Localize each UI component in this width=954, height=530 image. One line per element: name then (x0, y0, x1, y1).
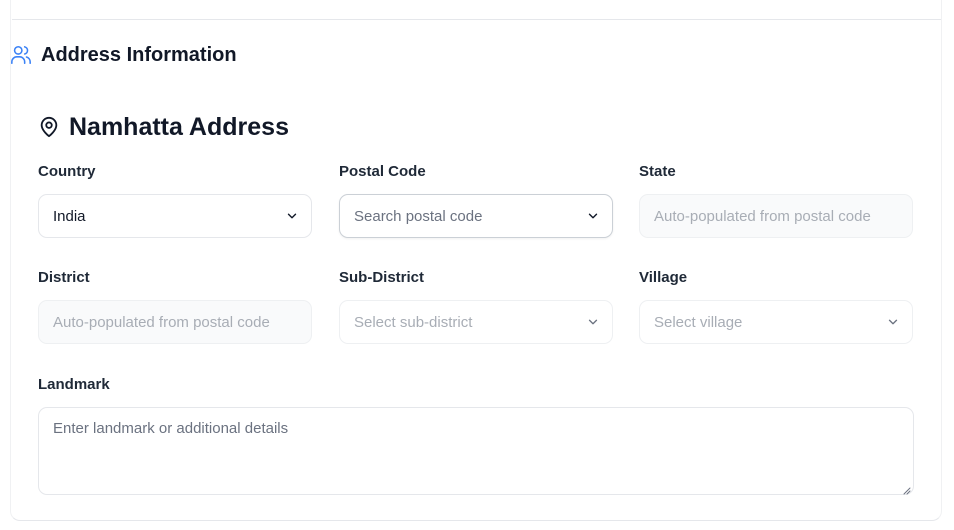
chevron-down-icon (586, 315, 600, 329)
postal-code-placeholder: Search postal code (354, 207, 483, 225)
district-placeholder: Auto-populated from postal code (53, 313, 270, 331)
village-select[interactable]: Select village (639, 300, 913, 344)
postal-code-label: Postal Code (339, 163, 426, 180)
resize-handle-icon[interactable] (901, 482, 911, 495)
sub-district-select[interactable]: Select sub-district (339, 300, 613, 344)
postal-code-field: Postal Code Search postal code (339, 163, 613, 238)
postal-code-select[interactable]: Search postal code (339, 194, 613, 238)
village-field: Village Select village (639, 269, 913, 344)
chevron-down-icon (586, 209, 600, 223)
district-field: District Auto-populated from postal code (38, 269, 312, 344)
country-field: Country India (38, 163, 312, 238)
state-input: Auto-populated from postal code (639, 194, 913, 238)
sub-district-placeholder: Select sub-district (354, 313, 473, 331)
village-placeholder: Select village (654, 313, 743, 331)
district-input: Auto-populated from postal code (38, 300, 312, 344)
map-pin-icon (38, 116, 60, 138)
chevron-down-icon (886, 315, 900, 329)
state-field: State Auto-populated from postal code (639, 163, 913, 238)
country-select[interactable]: India (38, 194, 312, 238)
district-label: District (38, 269, 90, 286)
chevron-down-icon (285, 209, 299, 223)
state-placeholder: Auto-populated from postal code (654, 207, 871, 225)
landmark-field: Landmark Enter landmark or additional de… (38, 376, 914, 495)
sub-district-label: Sub-District (339, 269, 425, 286)
landmark-placeholder: Enter landmark or additional details (53, 420, 289, 437)
address-title: Namhatta Address (69, 112, 289, 141)
country-label: Country (38, 163, 96, 180)
landmark-textarea[interactable]: Enter landmark or additional details (38, 407, 914, 495)
section-header: Address Information (10, 42, 237, 68)
landmark-label: Landmark (38, 376, 110, 393)
section-title: Address Information (41, 43, 237, 66)
state-label: State (639, 163, 676, 180)
users-icon (10, 44, 32, 66)
section-divider (12, 19, 941, 20)
address-subheader: Namhatta Address (38, 112, 289, 142)
country-value: India (53, 207, 86, 225)
village-label: Village (639, 269, 688, 286)
sub-district-field: Sub-District Select sub-district (339, 269, 613, 344)
